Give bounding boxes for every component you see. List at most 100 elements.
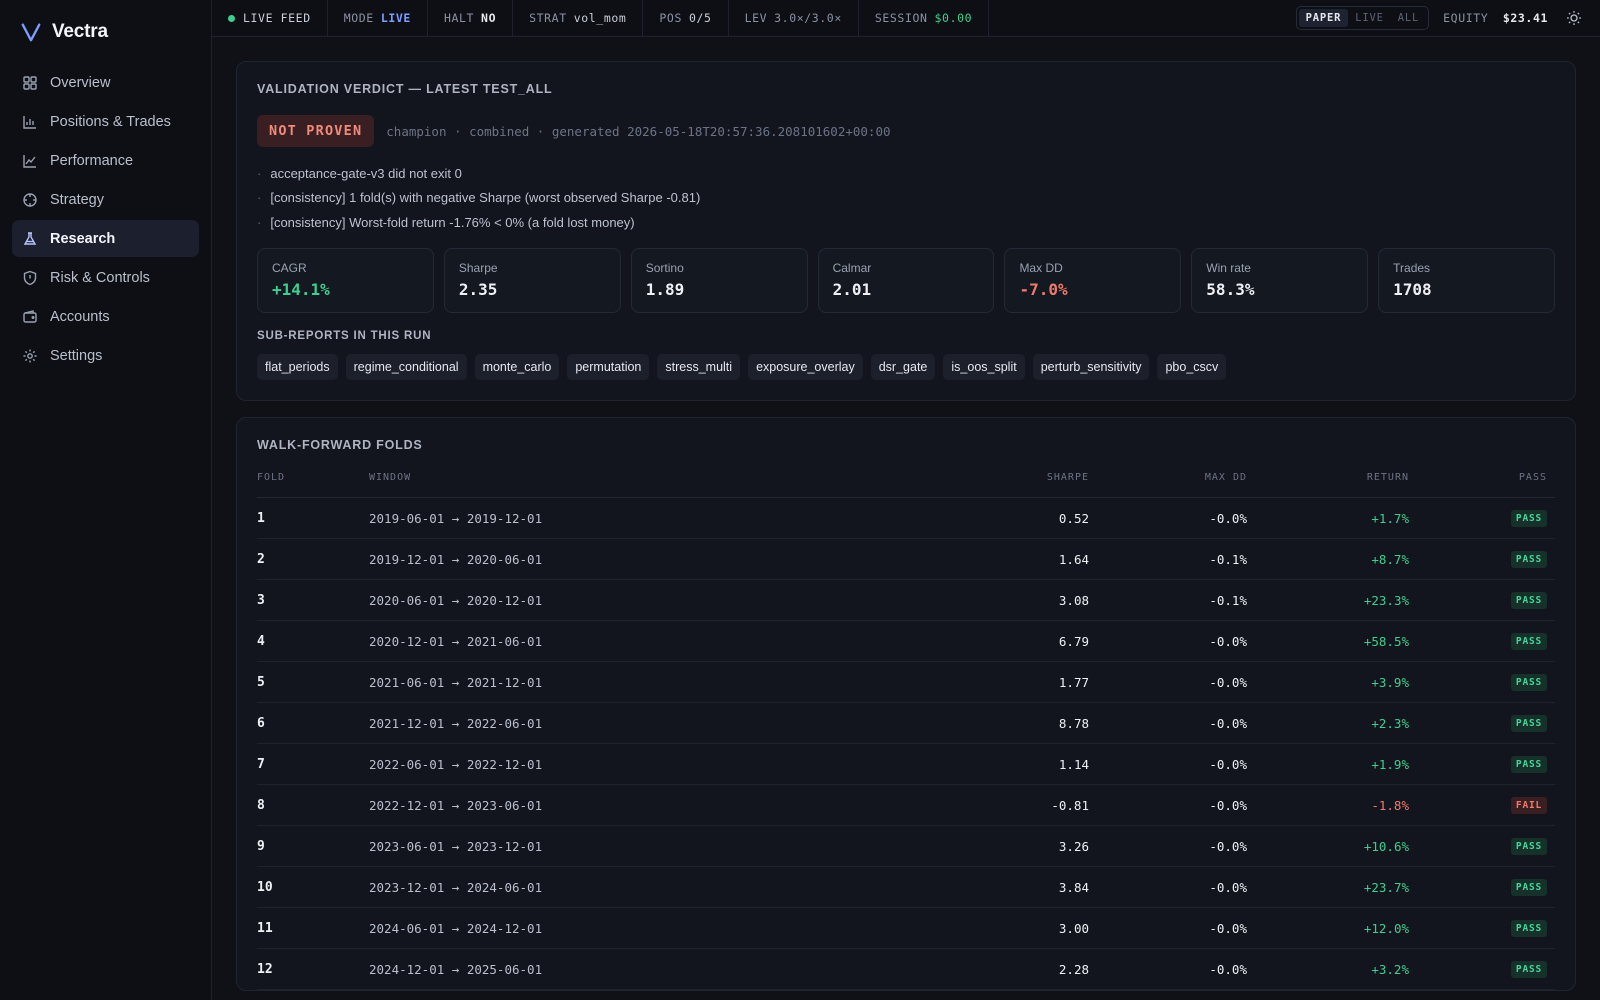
subreport-chip[interactable]: stress_multi [657,353,741,380]
table-row[interactable]: 11 2024-06-01 → 2024-12-01 3.00 -0.0% +12.0%… [257,907,1555,949]
col-return: RETURN [1247,471,1409,498]
table-row[interactable]: 4 2020-12-01 → 2021-06-01 6.79 -0.0% +58.5% P… [257,620,1555,662]
return-cell: +23.7% [1247,866,1409,908]
sidebar-item-settings[interactable]: Settings [12,337,199,374]
fold-cell: 12 [257,948,369,990]
return-cell: +3.9% [1247,661,1409,703]
subreport-chip[interactable]: monte_carlo [474,353,560,380]
fold-cell: 4 [257,620,369,662]
verdict-reasons: · acceptance-gate-v3 did not exit 0 · [con… [257,161,1555,235]
toggle-paper[interactable]: PAPER [1298,9,1349,27]
metric-sortino: Sortino 1.89 [630,247,808,313]
table-row[interactable]: 3 2020-06-01 → 2020-12-01 3.08 -0.1% +23.3% P… [257,579,1555,621]
table-row[interactable]: 8 2022-12-01 → 2023-06-01 -0.81 -0.0% -1.8% F… [257,784,1555,826]
sharpe-cell: 3.08 [939,579,1089,621]
return-cell: +12.0% [1247,907,1409,949]
window-cell: 2022-06-01 → 2022-12-01 [369,743,939,785]
subreport-chip[interactable]: permutation [567,353,650,380]
subreport-chip[interactable]: perturb_sensitivity [1032,353,1150,380]
lev-label: LEV [744,11,768,25]
reason-text: [consistency] 1 fold(s) with negative Sh… [270,190,701,206]
live-feed-label: LIVE FEED [243,11,311,25]
brand[interactable]: Vectra [0,0,211,64]
metric-max-dd: Max DD -7.0% [1004,247,1182,313]
table-row[interactable]: 7 2022-06-01 → 2022-12-01 1.14 -0.0% +1.9% PA… [257,743,1555,785]
subreport-chip[interactable]: is_oos_split [943,353,1025,380]
table-row[interactable]: 1 2019-06-01 → 2019-12-01 0.52 -0.0% +1.7% PA… [257,497,1555,539]
sidebar-item-positions-trades[interactable]: Positions & Trades [12,103,199,140]
subreport-chip[interactable]: exposure_overlay [748,353,863,380]
metric-value: 58.3% [1206,279,1255,299]
sidebar-item-overview[interactable]: Overview [12,64,199,101]
subreport-chip[interactable]: pbo_cscv [1157,353,1227,380]
lev-value: 3.0×/3.0× [774,11,842,25]
metric-label: Win rate [1206,260,1251,275]
brand-name: Vectra [52,21,108,42]
window-cell: 2022-12-01 → 2023-06-01 [369,784,939,826]
equity-value: $23.41 [1502,11,1548,25]
pass-badge: PASS [1510,715,1547,732]
halt-label: HALT [443,11,475,25]
window-cell: 2020-06-01 → 2020-12-01 [369,579,939,621]
metric-label: Sortino [645,260,684,275]
validation-verdict-card: VALIDATION VERDICT — LATEST TEST_ALL NOT… [236,61,1576,401]
subreport-chip[interactable]: flat_periods [257,353,338,380]
sidebar-item-risk-controls[interactable]: Risk & Controls [12,259,199,296]
col-max-dd: MAX DD [1089,471,1247,498]
subreports-title: SUB-REPORTS IN THIS RUN [257,329,432,342]
pass-badge: PASS [1510,961,1547,978]
table-row[interactable]: 9 2023-06-01 → 2023-12-01 3.26 -0.0% +10.6% P… [257,825,1555,867]
window-cell: 2021-12-01 → 2022-06-01 [369,702,939,744]
table-header-row: FOLD WINDOW SHARPE MAX DD RETURN PASS [257,471,1555,498]
pass-cell: PASS [1409,497,1555,539]
fold-cell: 2 [257,538,369,580]
return-cell: +2.3% [1247,702,1409,744]
subreport-chip[interactable]: regime_conditional [345,353,467,380]
toggle-live[interactable]: LIVE [1348,9,1391,27]
max-dd-cell: -0.0% [1089,948,1247,990]
fold-cell: 10 [257,866,369,908]
leverage-status: LEV 3.0×/3.0× [729,0,859,37]
max-dd-cell: -0.0% [1089,825,1247,867]
metric-label: Max DD [1019,260,1063,275]
pos-value: 0/5 [688,11,712,25]
line-chart-icon [22,153,38,169]
pass-cell: PASS [1409,620,1555,662]
table-row[interactable]: 6 2021-12-01 → 2022-06-01 8.78 -0.0% +2.3% PA… [257,702,1555,744]
card-title: VALIDATION VERDICT — LATEST TEST_ALL [257,82,553,96]
return-cell: +10.6% [1247,825,1409,867]
metric-win-rate: Win rate 58.3% [1191,247,1369,313]
fold-cell: 9 [257,825,369,867]
sharpe-cell: 1.14 [939,743,1089,785]
table-row[interactable]: 2 2019-12-01 → 2020-06-01 1.64 -0.1% +8.7% PA… [257,538,1555,580]
subreport-chip[interactable]: dsr_gate [870,353,936,380]
pass-cell: PASS [1409,702,1555,744]
sidebar-item-strategy[interactable]: Strategy [12,181,199,218]
pass-badge: PASS [1510,674,1547,691]
sidebar: Vectra Overview Positions & Trades Perfo… [0,0,212,1000]
metric-calmar: Calmar 2.01 [817,247,995,313]
sidebar-item-performance[interactable]: Performance [12,142,199,179]
fold-cell: 1 [257,497,369,539]
pass-cell: PASS [1409,661,1555,703]
pass-cell: PASS [1409,538,1555,580]
sidebar-item-label: Performance [50,152,134,169]
sharpe-cell: 6.79 [939,620,1089,662]
return-cell: +1.9% [1247,743,1409,785]
table-row[interactable]: 5 2021-06-01 → 2021-12-01 1.77 -0.0% +3.9% PA… [257,661,1555,703]
pass-cell: PASS [1409,866,1555,908]
sidebar-item-research[interactable]: Research [12,220,199,257]
sidebar-item-accounts[interactable]: Accounts [12,298,199,335]
toggle-all[interactable]: ALL [1391,9,1426,27]
sharpe-cell: 3.00 [939,907,1089,949]
max-dd-cell: -0.0% [1089,784,1247,826]
table-row[interactable]: 10 2023-12-01 → 2024-06-01 3.84 -0.0% +23.7%… [257,866,1555,908]
status-bar: LIVE FEED MODE LIVE HALT NO STRAT vol_mo… [212,0,1600,37]
walk-forward-folds-card: WALK-FORWARD FOLDS FOLD WINDOW SHARPE MA… [236,416,1576,991]
pass-cell: PASS [1409,825,1555,867]
sun-icon[interactable] [1566,10,1582,26]
table-row[interactable]: 12 2024-12-01 → 2025-06-01 2.28 -0.0% +3.2% P… [257,948,1555,990]
fold-cell: 3 [257,579,369,621]
window-cell: 2019-06-01 → 2019-12-01 [369,497,939,539]
return-cell: +8.7% [1247,538,1409,580]
